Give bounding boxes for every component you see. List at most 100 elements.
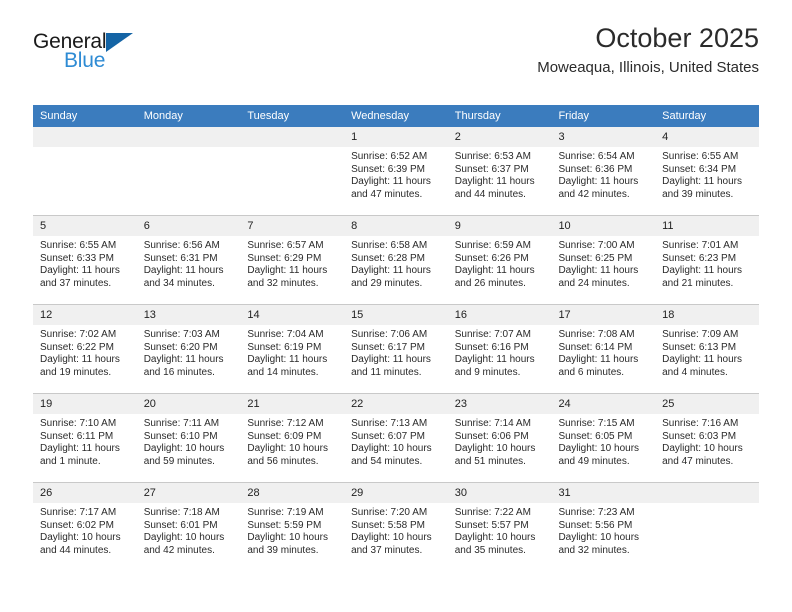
daylight-text-line2: and 19 minutes. [40, 366, 112, 378]
daylight-text-line1: Daylight: 11 hours [40, 443, 120, 455]
calendar-day-cell[interactable]: 3 Sunrise: 6:54 AM Sunset: 6:36 PM Daylight… [551, 127, 656, 216]
daylight-text-line2: and 37 minutes. [40, 277, 112, 289]
calendar-day-cell[interactable]: 22 Sunrise: 7:13 AM Sunset: 6:07 PM Dayligh… [344, 393, 448, 483]
calendar-day-cell[interactable]: 21 Sunrise: 7:12 AM Sunset: 6:09 PM Dayligh… [240, 393, 345, 483]
daylight-text-line2: and 11 minutes. [351, 366, 422, 378]
day-number: 14 [240, 305, 345, 325]
calendar-day-cell[interactable]: 2 Sunrise: 6:53 AM Sunset: 6:37 PM Daylight… [447, 127, 552, 216]
daylight-text-line1: Daylight: 11 hours [247, 354, 328, 366]
sunset-text: Sunset: 6:10 PM [143, 430, 218, 442]
calendar-day-cell[interactable]: 19 Sunrise: 7:10 AM Sunset: 6:11 PM Dayligh… [33, 393, 137, 483]
daylight-text-line1: Daylight: 11 hours [454, 265, 535, 277]
daylight-text-line2: and 42 minutes. [143, 544, 215, 556]
sunset-text: Sunset: 6:33 PM [40, 252, 114, 264]
sunset-text: Sunset: 5:56 PM [558, 519, 633, 531]
calendar-day-cell[interactable]: 26 Sunrise: 7:17 AM Sunset: 6:02 PM Dayligh… [33, 482, 137, 571]
weekday-header-row: Sunday Monday Tuesday Wednesday Thursday… [33, 105, 759, 127]
calendar-day-cell[interactable]: 4 Sunrise: 6:55 AM Sunset: 6:34 PM Daylight… [655, 127, 759, 216]
calendar-day-cell[interactable]: 6 Sunrise: 6:56 AM Sunset: 6:31 PM Daylight… [136, 215, 241, 305]
day-number: 12 [33, 305, 137, 325]
calendar-day-cell[interactable]: 18 Sunrise: 7:09 AM Sunset: 6:13 PM Dayligh… [655, 304, 759, 394]
daylight-text-line2: and 4 minutes. [662, 366, 728, 378]
calendar-day-cell[interactable]: 14 Sunrise: 7:04 AM Sunset: 6:19 PM Dayligh… [240, 304, 345, 394]
day-info: Sunrise: 7:03 AM Sunset: 6:20 PM Daylight:… [137, 325, 241, 379]
calendar-week-row: 26 Sunrise: 7:17 AM Sunset: 6:02 PM Dayligh… [33, 482, 759, 571]
day-number [655, 483, 759, 503]
day-info: Sunrise: 7:02 AM Sunset: 6:22 PM Daylight:… [33, 325, 137, 379]
weekday-header-wednesday: Wednesday [344, 105, 448, 127]
day-number [136, 127, 241, 147]
day-info: Sunrise: 7:01 AM Sunset: 6:23 PM Daylight:… [655, 236, 759, 290]
sunrise-text: Sunrise: 7:11 AM [143, 418, 220, 429]
sunset-text: Sunset: 6:19 PM [247, 341, 322, 353]
day-info: Sunrise: 6:56 AM Sunset: 6:31 PM Daylight:… [137, 236, 241, 290]
calendar-day-cell[interactable]: 23 Sunrise: 7:14 AM Sunset: 6:06 PM Dayligh… [447, 393, 552, 483]
day-number: 27 [136, 483, 241, 503]
day-number: 23 [447, 394, 552, 414]
daylight-text-line2: and 21 minutes. [662, 277, 734, 289]
sunrise-text: Sunrise: 6:54 AM [558, 151, 635, 162]
sunset-text: Sunset: 5:58 PM [351, 519, 425, 531]
sunrise-text: Sunrise: 7:06 AM [351, 329, 428, 340]
day-number [33, 127, 137, 147]
daylight-text-line1: Daylight: 11 hours [662, 354, 742, 366]
calendar-day-cell[interactable]: 7 Sunrise: 6:57 AM Sunset: 6:29 PM Daylight… [240, 215, 345, 305]
daylight-text-line1: Daylight: 10 hours [143, 443, 225, 455]
daylight-text-line2: and 9 minutes. [454, 366, 521, 378]
calendar-day-cell[interactable]: 28 Sunrise: 7:19 AM Sunset: 5:59 PM Dayligh… [240, 482, 345, 571]
daylight-text-line1: Daylight: 10 hours [454, 532, 536, 544]
sunset-text: Sunset: 6:14 PM [558, 341, 633, 353]
daylight-text-line1: Daylight: 11 hours [454, 176, 535, 188]
day-number [240, 127, 345, 147]
sunrise-text: Sunrise: 7:00 AM [558, 240, 635, 251]
calendar-day-cell[interactable]: 11 Sunrise: 7:01 AM Sunset: 6:23 PM Dayligh… [655, 215, 759, 305]
calendar-day-cell[interactable]: 12 Sunrise: 7:02 AM Sunset: 6:22 PM Dayligh… [33, 304, 137, 394]
sunrise-text: Sunrise: 6:53 AM [454, 151, 531, 162]
sunrise-text: Sunrise: 6:59 AM [454, 240, 531, 251]
daylight-text-line2: and 42 minutes. [558, 188, 630, 200]
day-info: Sunrise: 7:22 AM Sunset: 5:57 PM Daylight:… [448, 503, 552, 557]
day-info: Sunrise: 7:14 AM Sunset: 6:06 PM Daylight:… [448, 414, 552, 468]
calendar-day-cell[interactable]: 9 Sunrise: 6:59 AM Sunset: 6:26 PM Daylight… [447, 215, 552, 305]
calendar-day-cell[interactable]: 10 Sunrise: 7:00 AM Sunset: 6:25 PM Dayligh… [551, 215, 656, 305]
sunrise-text: Sunrise: 7:10 AM [40, 418, 117, 429]
sunset-text: Sunset: 6:29 PM [247, 252, 322, 264]
calendar-day-cell[interactable]: 31 Sunrise: 7:23 AM Sunset: 5:56 PM Dayligh… [551, 482, 656, 571]
day-number: 7 [240, 216, 345, 236]
sunrise-text: Sunrise: 7:08 AM [558, 329, 635, 340]
daylight-text-line2: and 54 minutes. [351, 455, 423, 467]
day-number: 5 [33, 216, 137, 236]
sunset-text: Sunset: 6:17 PM [351, 341, 425, 353]
calendar-day-cell[interactable]: 5 Sunrise: 6:55 AM Sunset: 6:33 PM Daylight… [33, 215, 137, 305]
calendar-day-cell[interactable]: 1 Sunrise: 6:52 AM Sunset: 6:39 PM Daylight… [344, 127, 448, 216]
sunrise-text: Sunrise: 7:12 AM [247, 418, 324, 429]
calendar-day-cell[interactable]: 13 Sunrise: 7:03 AM Sunset: 6:20 PM Dayligh… [136, 304, 241, 394]
calendar-day-cell[interactable]: 20 Sunrise: 7:11 AM Sunset: 6:10 PM Dayligh… [136, 393, 241, 483]
calendar-day-cell[interactable]: 8 Sunrise: 6:58 AM Sunset: 6:28 PM Daylight… [344, 215, 448, 305]
calendar-day-cell[interactable]: 25 Sunrise: 7:16 AM Sunset: 6:03 PM Dayligh… [655, 393, 759, 483]
calendar-day-cell[interactable]: 24 Sunrise: 7:15 AM Sunset: 6:05 PM Dayligh… [551, 393, 656, 483]
daylight-text-line2: and 44 minutes. [40, 544, 112, 556]
calendar-day-cell[interactable]: 29 Sunrise: 7:20 AM Sunset: 5:58 PM Dayligh… [344, 482, 448, 571]
sunset-text: Sunset: 6:16 PM [454, 341, 529, 353]
calendar-day-cell[interactable]: 27 Sunrise: 7:18 AM Sunset: 6:01 PM Dayligh… [136, 482, 241, 571]
calendar-week-row: 1 Sunrise: 6:52 AM Sunset: 6:39 PM Daylight… [33, 127, 759, 216]
sunset-text: Sunset: 6:01 PM [143, 519, 218, 531]
calendar-day-cell[interactable]: 16 Sunrise: 7:07 AM Sunset: 6:16 PM Dayligh… [447, 304, 552, 394]
day-info: Sunrise: 7:07 AM Sunset: 6:16 PM Daylight:… [448, 325, 552, 379]
daylight-text-line2: and 56 minutes. [247, 455, 319, 467]
calendar-day-cell[interactable]: 30 Sunrise: 7:22 AM Sunset: 5:57 PM Dayligh… [447, 482, 552, 571]
day-info: Sunrise: 7:04 AM Sunset: 6:19 PM Daylight:… [240, 325, 344, 379]
sunrise-text: Sunrise: 7:01 AM [662, 240, 739, 251]
daylight-text-line1: Daylight: 10 hours [558, 532, 640, 544]
day-info: Sunrise: 6:55 AM Sunset: 6:33 PM Daylight:… [33, 236, 137, 290]
calendar-day-cell[interactable]: 17 Sunrise: 7:08 AM Sunset: 6:14 PM Dayligh… [551, 304, 656, 394]
day-info: Sunrise: 6:57 AM Sunset: 6:29 PM Daylight:… [240, 236, 344, 290]
day-number: 11 [655, 216, 759, 236]
calendar-day-cell[interactable]: 15 Sunrise: 7:06 AM Sunset: 6:17 PM Dayligh… [344, 304, 448, 394]
calendar-week-row: 5 Sunrise: 6:55 AM Sunset: 6:33 PM Daylight… [33, 215, 759, 305]
daylight-text-line1: Daylight: 11 hours [143, 354, 224, 366]
daylight-text-line2: and 1 minute. [40, 455, 101, 467]
daylight-text-line2: and 49 minutes. [558, 455, 630, 467]
brand-logo[interactable]: General Blue [33, 30, 263, 90]
